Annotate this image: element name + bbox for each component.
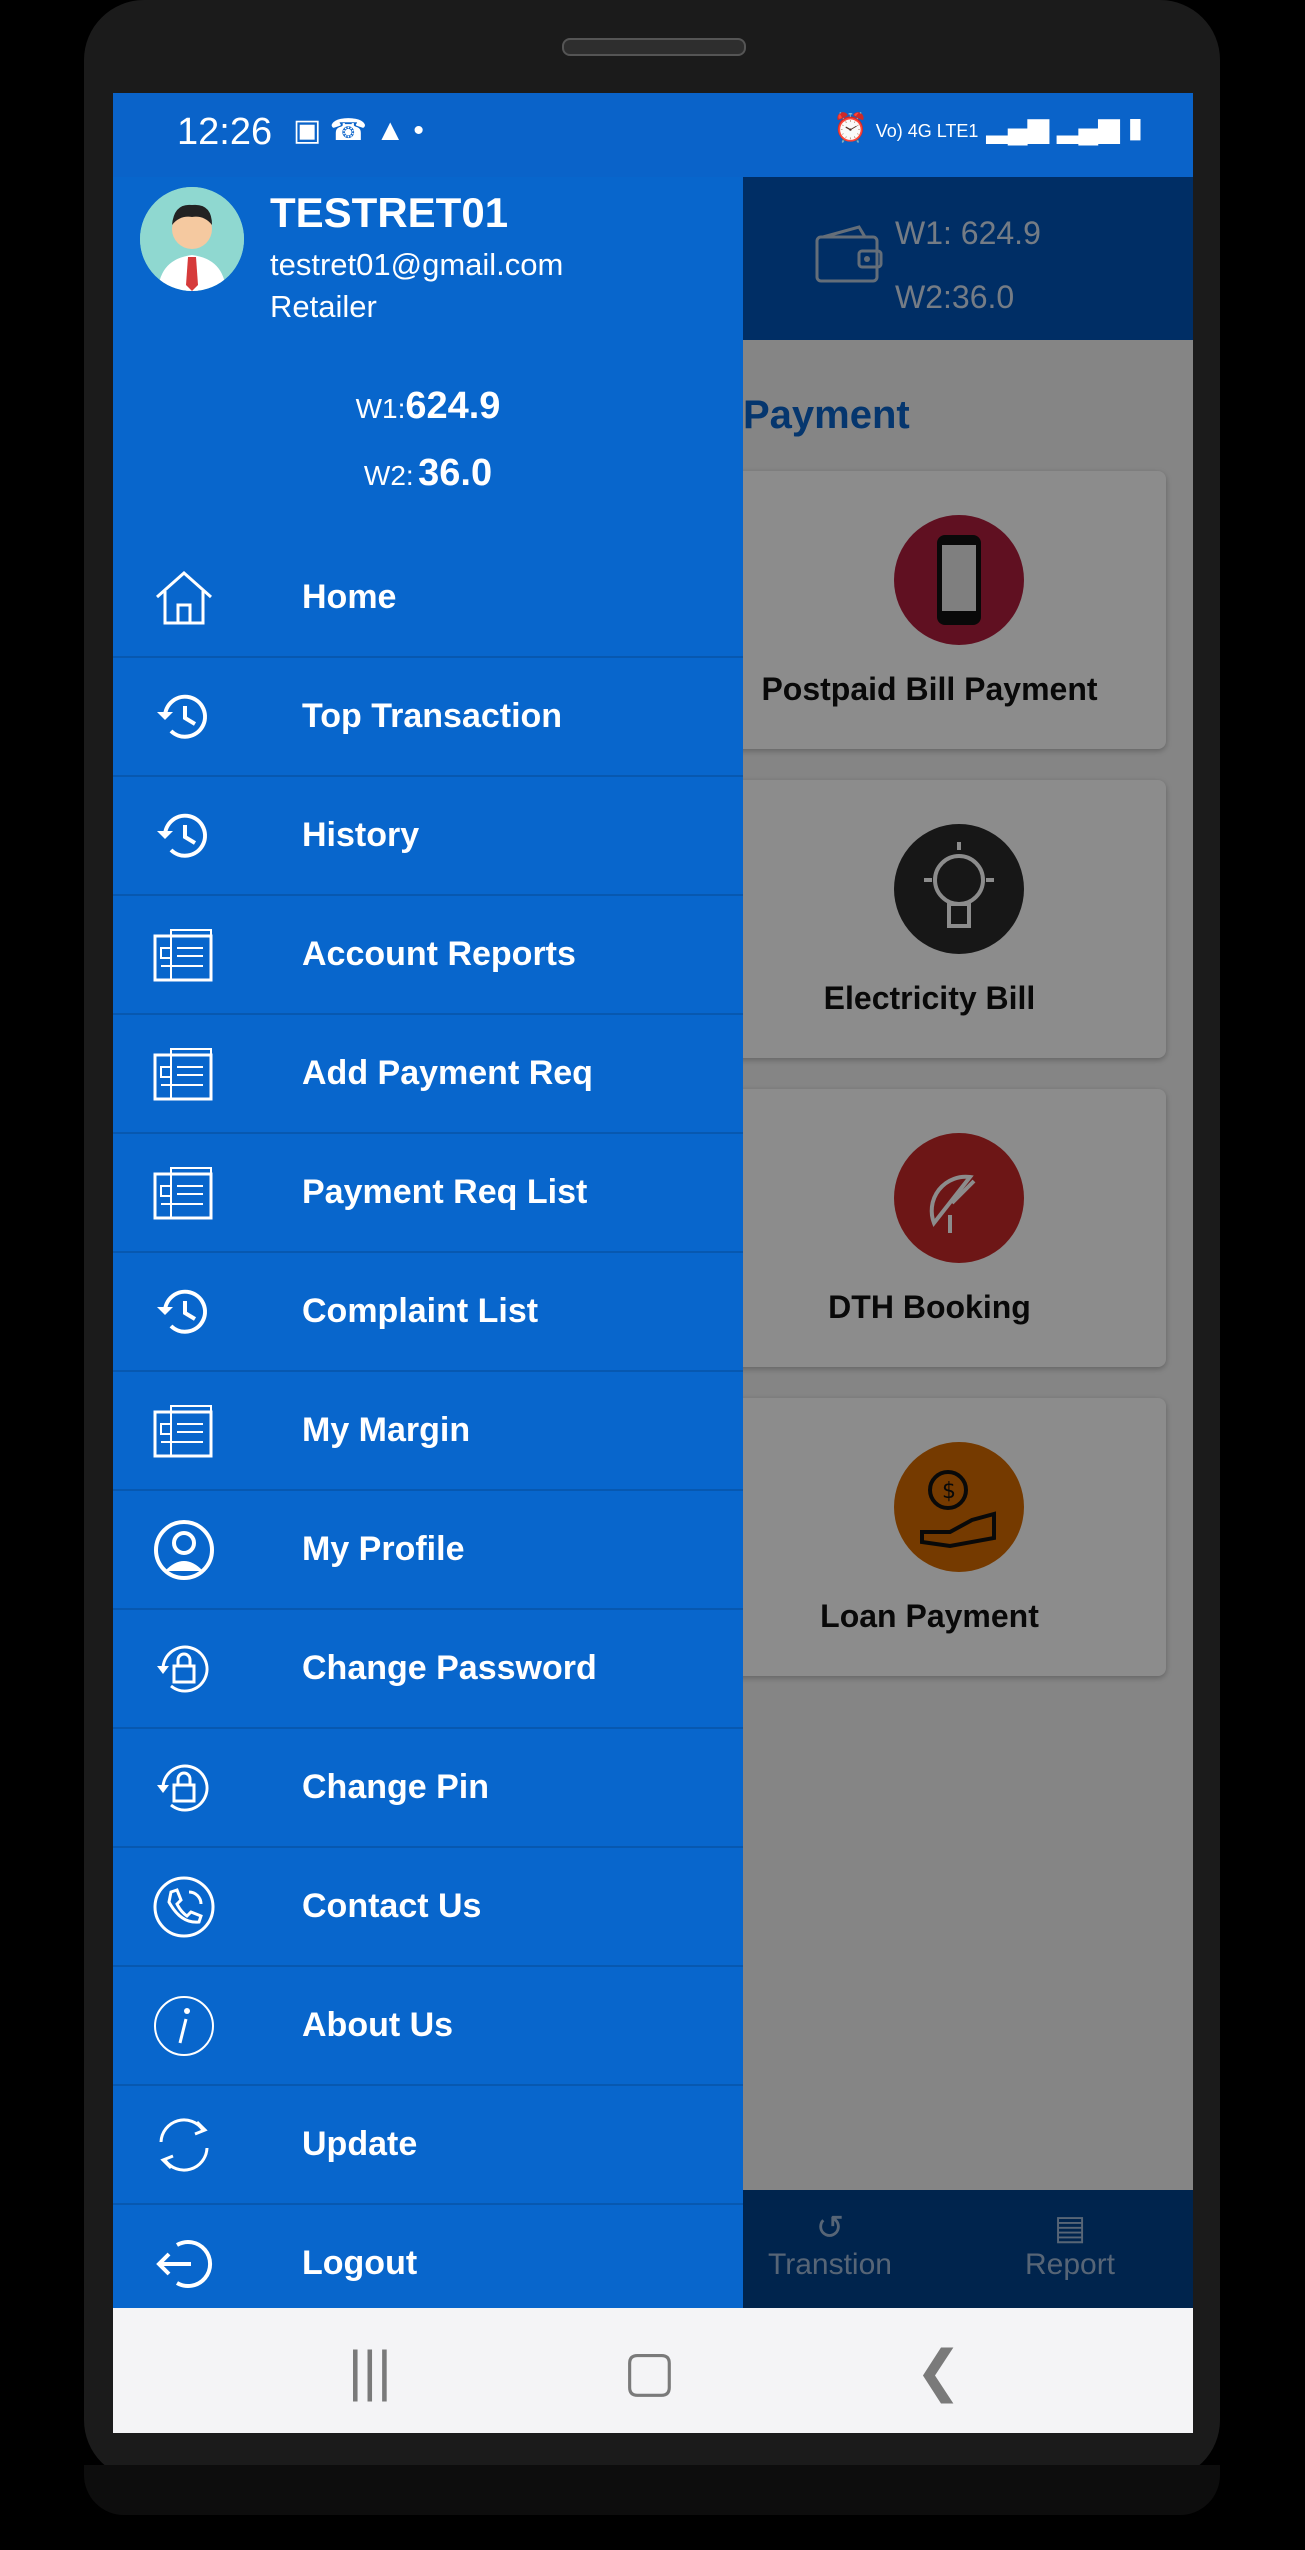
drawer-wallet-w1: W1:624.9 <box>355 385 501 427</box>
avatar <box>140 187 244 291</box>
menu-item-home[interactable]: Home <box>113 539 743 656</box>
report-icon <box>153 1166 213 1219</box>
alarm-icon: ⏰ <box>833 112 868 143</box>
status-bar: 12:26 ▣ ☎ ▲ • ⏰ Vo) 4G LTE1 ▂▄▆ ▂▄▆ ▮ <box>113 93 1193 177</box>
report-icon <box>153 1404 213 1457</box>
screen: W1: 624.9 W2:36.0 Payment Postpaid Bill … <box>113 93 1193 2433</box>
status-time: 12:26 <box>177 111 273 153</box>
user-name: TESTRET01 <box>270 189 509 236</box>
phone-base <box>84 2465 1220 2515</box>
user-email: testret01@gmail.com <box>270 247 564 282</box>
menu-item-account-reports[interactable]: Account Reports <box>113 894 743 1013</box>
back-button[interactable]: ❮ <box>915 2338 962 2404</box>
history-icon <box>157 694 207 739</box>
refresh-icon <box>159 2117 209 2172</box>
recent-apps-button[interactable]: ||| <box>348 2338 392 2403</box>
notification-icons: ▣ ☎ ▲ • <box>293 114 424 147</box>
drawer-menu: Home Top Transaction History Account Rep… <box>113 539 743 2322</box>
status-right: ⏰ Vo) 4G LTE1 ▂▄▆ ▂▄▆ ▮ <box>833 111 1143 144</box>
menu-item-payment-req-list[interactable]: Payment Req List <box>113 1132 743 1251</box>
menu-item-contact-us[interactable]: Contact Us <box>113 1846 743 1965</box>
system-nav-bar: ||| ▢ ❮ <box>113 2308 1193 2433</box>
menu-item-history[interactable]: History <box>113 775 743 894</box>
history-icon <box>157 813 207 858</box>
menu-item-change-password[interactable]: Change Password <box>113 1608 743 1727</box>
menu-item-change-pin[interactable]: Change Pin <box>113 1727 743 1846</box>
profile-icon <box>154 1519 214 1580</box>
logout-icon <box>156 2239 213 2288</box>
home-button[interactable]: ▢ <box>623 2338 676 2404</box>
network-label: Vo) 4G LTE1 <box>875 121 979 141</box>
report-icon <box>153 1047 213 1100</box>
home-icon <box>156 570 212 624</box>
menu-item-complaint-list[interactable]: Complaint List <box>113 1251 743 1370</box>
phone-call-icon <box>153 1876 215 1937</box>
phone-speaker <box>562 38 746 56</box>
history-icon <box>157 1289 207 1334</box>
menu-item-logout[interactable]: Logout <box>113 2203 743 2322</box>
report-icon <box>153 928 213 981</box>
menu-item-my-margin[interactable]: My Margin <box>113 1370 743 1489</box>
lock-reset-icon <box>157 1764 209 1812</box>
menu-item-add-payment-req[interactable]: Add Payment Req <box>113 1013 743 1132</box>
menu-item-update[interactable]: Update <box>113 2084 743 2203</box>
signal-icon: ▂▄▆ <box>986 112 1050 143</box>
menu-item-my-profile[interactable]: My Profile <box>113 1489 743 1608</box>
lock-reset-icon <box>157 1645 209 1693</box>
drawer-wallet-w2: W2: 36.0 <box>363 452 493 494</box>
navigation-drawer: TESTRET01 testret01@gmail.com Retailer W… <box>113 177 743 2308</box>
battery-icon: ▮ <box>1127 112 1143 143</box>
info-icon <box>154 1995 214 2056</box>
user-role: Retailer <box>270 289 377 324</box>
menu-item-about-us[interactable]: About Us <box>113 1965 743 2084</box>
menu-item-top-transaction[interactable]: Top Transaction <box>113 656 743 775</box>
signal-icon: ▂▄▆ <box>1056 112 1120 143</box>
